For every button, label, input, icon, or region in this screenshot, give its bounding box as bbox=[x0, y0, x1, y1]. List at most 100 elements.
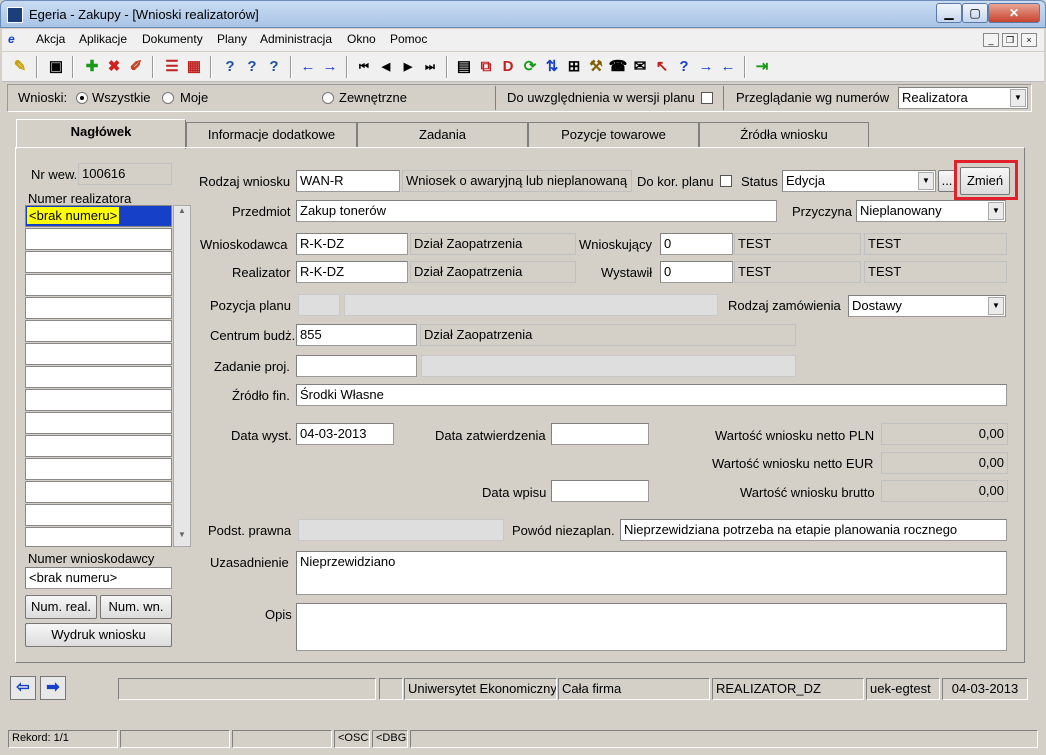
app-menu-icon[interactable]: e bbox=[8, 32, 15, 46]
tab-zadania[interactable]: Zadania bbox=[357, 122, 528, 147]
centrum-code-field[interactable]: 855 bbox=[296, 324, 417, 346]
list-item[interactable] bbox=[25, 343, 172, 365]
list-item[interactable] bbox=[25, 251, 172, 273]
list-item[interactable] bbox=[25, 481, 172, 503]
next-record-icon[interactable]: ▶ bbox=[398, 57, 418, 77]
dokor-checkbox[interactable] bbox=[720, 175, 732, 187]
close-button[interactable]: ✕ bbox=[988, 3, 1040, 23]
pointer-icon[interactable]: ↖ bbox=[652, 57, 672, 77]
list-item[interactable] bbox=[25, 297, 172, 319]
status-select[interactable]: Edycja ▼ bbox=[782, 170, 936, 192]
print-button[interactable]: Wydruk wniosku bbox=[25, 623, 172, 647]
radio-zewnetrzne[interactable] bbox=[322, 92, 334, 104]
tab-informacje[interactable]: Informacje dodatkowe bbox=[186, 122, 357, 147]
phone-icon[interactable]: ☎ bbox=[608, 57, 628, 77]
first-record-icon[interactable]: ⏮ bbox=[354, 57, 374, 77]
opis-field[interactable] bbox=[296, 603, 1007, 651]
list-item[interactable] bbox=[25, 320, 172, 342]
menu-akcja[interactable]: Akcja bbox=[36, 32, 65, 46]
realizator-code-field[interactable]: R-K-DZ bbox=[296, 261, 408, 283]
menu-administracja[interactable]: Administracja bbox=[260, 32, 332, 46]
dokor-label: Do kor. planu bbox=[637, 174, 714, 189]
mdi-restore-button[interactable]: ❐ bbox=[1002, 33, 1018, 47]
document-icon[interactable]: ▤ bbox=[454, 57, 474, 77]
d-icon[interactable]: D bbox=[498, 57, 518, 77]
forward-icon[interactable]: → bbox=[696, 57, 716, 77]
list-scrollbar[interactable]: ▲ ▼ bbox=[173, 205, 191, 547]
przedmiot-field[interactable]: Zakup tonerów bbox=[296, 200, 777, 222]
add-icon[interactable]: ✚ bbox=[82, 57, 102, 77]
wnioskodawca-code-field[interactable]: R-K-DZ bbox=[296, 233, 408, 255]
filter-icon[interactable]: ☰ bbox=[162, 57, 182, 77]
list-item[interactable] bbox=[25, 228, 172, 250]
copy-icon[interactable]: ⧉ bbox=[476, 57, 496, 77]
przyczyna-select[interactable]: Nieplanowany ▼ bbox=[856, 200, 1006, 222]
list-item[interactable] bbox=[25, 274, 172, 296]
query-cancel-icon[interactable]: ? bbox=[264, 57, 284, 77]
chevron-down-icon: ▼ bbox=[988, 297, 1004, 315]
list-item[interactable] bbox=[25, 389, 172, 411]
rodzaj-zam-select[interactable]: Dostawy ▼ bbox=[848, 295, 1006, 317]
back-icon[interactable]: ← bbox=[718, 57, 738, 77]
scroll-up-icon[interactable]: ▲ bbox=[174, 206, 190, 222]
menu-pomoc[interactable]: Pomoc bbox=[390, 32, 427, 46]
scroll-down-icon[interactable]: ▼ bbox=[174, 530, 190, 546]
mdi-close-button[interactable]: × bbox=[1021, 33, 1037, 47]
grid-icon[interactable]: ▦ bbox=[184, 57, 204, 77]
tab-pozycje[interactable]: Pozycje towarowe bbox=[528, 122, 699, 147]
plan-version-checkbox[interactable] bbox=[701, 92, 713, 104]
data-wpisu-field[interactable] bbox=[551, 480, 649, 502]
sort-icon[interactable]: ⇅ bbox=[542, 57, 562, 77]
mail-icon[interactable]: ✉ bbox=[630, 57, 650, 77]
edit-icon[interactable]: ✐ bbox=[126, 57, 146, 77]
menu-dokumenty[interactable]: Dokumenty bbox=[142, 32, 203, 46]
radio-wszystkie[interactable] bbox=[76, 92, 88, 104]
help-icon[interactable]: ? bbox=[674, 57, 694, 77]
data-zatw-field[interactable] bbox=[551, 423, 649, 445]
num-real-button[interactable]: Num. real. bbox=[25, 595, 97, 619]
arrow-right-icon[interactable]: → bbox=[320, 57, 340, 77]
data-wyst-field[interactable]: 04-03-2013 bbox=[296, 423, 394, 445]
minimize-button[interactable]: ▁ bbox=[936, 3, 962, 23]
nav-back-icon[interactable]: ⇦ bbox=[10, 676, 36, 700]
menu-okno[interactable]: Okno bbox=[347, 32, 376, 46]
tool-icon[interactable]: ⚒ bbox=[586, 57, 606, 77]
delete-icon[interactable]: ✖ bbox=[104, 57, 124, 77]
query-run-icon[interactable]: ? bbox=[242, 57, 262, 77]
powod-field[interactable]: Nieprzewidziana potrzeba na etapie plano… bbox=[620, 519, 1007, 541]
wnioskujacy-id-field[interactable]: 0 bbox=[660, 233, 733, 255]
browse-select[interactable]: Realizatora ▼ bbox=[898, 87, 1028, 109]
zrodlo-field[interactable]: Środki Własne bbox=[296, 384, 1007, 406]
query-icon[interactable]: ? bbox=[220, 57, 240, 77]
pin-icon[interactable]: ✎ bbox=[10, 57, 30, 77]
list-item[interactable] bbox=[25, 527, 172, 547]
prev-record-icon[interactable]: ◀ bbox=[376, 57, 396, 77]
rodzaj-code-field[interactable]: WAN-R bbox=[296, 170, 400, 192]
nr-wew-field: 100616 bbox=[78, 163, 172, 185]
last-record-icon[interactable]: ⏭ bbox=[420, 57, 440, 77]
exit-icon[interactable]: ⇥ bbox=[752, 57, 772, 77]
radio-moje[interactable] bbox=[162, 92, 174, 104]
num-wn-button[interactable]: Num. wn. bbox=[100, 595, 172, 619]
maximize-button[interactable]: ▢ bbox=[962, 3, 988, 23]
tree-icon[interactable]: ⊞ bbox=[564, 57, 584, 77]
arrow-left-icon[interactable]: ← bbox=[298, 57, 318, 77]
list-item[interactable] bbox=[25, 458, 172, 480]
nav-forward-icon[interactable]: ➡ bbox=[40, 676, 66, 700]
menu-plany[interactable]: Plany bbox=[217, 32, 247, 46]
tab-naglowek[interactable]: Nagłówek bbox=[16, 119, 186, 149]
zadanie-code-field[interactable] bbox=[296, 355, 417, 377]
list-item[interactable] bbox=[25, 504, 172, 526]
list-item[interactable] bbox=[25, 366, 172, 388]
wystawil-id-field[interactable]: 0 bbox=[660, 261, 733, 283]
uzasadnienie-field[interactable]: Nieprzewidziano bbox=[296, 551, 1007, 595]
refresh-icon[interactable]: ⟳ bbox=[520, 57, 540, 77]
menu-aplikacje[interactable]: Aplikacje bbox=[79, 32, 127, 46]
tab-zrodla[interactable]: Źródła wniosku bbox=[699, 122, 869, 147]
list-item[interactable] bbox=[25, 412, 172, 434]
list-item[interactable]: <brak numeru> bbox=[25, 205, 172, 227]
list-item[interactable] bbox=[25, 435, 172, 457]
save-icon[interactable]: ▣ bbox=[46, 57, 66, 77]
numer-wnioskodawcy-field[interactable]: <brak numeru> bbox=[25, 567, 172, 589]
mdi-minimize-button[interactable]: _ bbox=[983, 33, 999, 47]
